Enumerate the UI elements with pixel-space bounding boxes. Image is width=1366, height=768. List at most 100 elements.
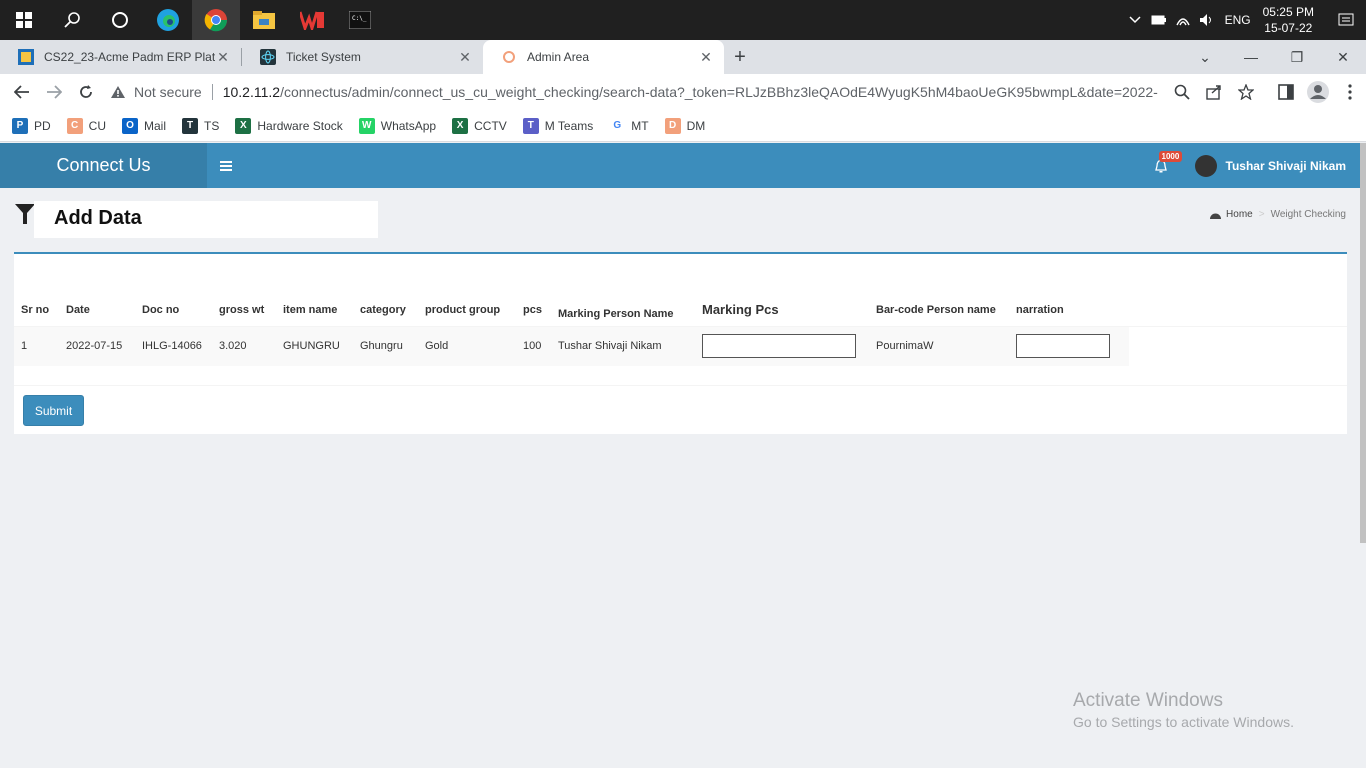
zoom-icon[interactable] — [1166, 84, 1198, 100]
warning-icon[interactable] — [110, 85, 126, 99]
admin-favicon-icon — [503, 51, 515, 63]
bookmark-label: MT — [631, 118, 649, 133]
clock-date: 15-07-22 — [1264, 21, 1313, 35]
bookmark-item[interactable]: O Mail — [122, 117, 166, 134]
bookmarks-bar: P PD C CU O Mail T TS X Hardware Stock W WhatsApp X C… — [0, 110, 1366, 142]
cell-doc-no: IHLG-14066 — [135, 325, 212, 366]
side-panel-icon[interactable] — [1270, 84, 1302, 100]
address-divider — [211, 84, 213, 100]
profile-avatar-icon[interactable] — [1302, 81, 1334, 103]
browser-menu-icon[interactable] — [1334, 84, 1366, 100]
restore-button[interactable]: ❐ — [1274, 49, 1320, 66]
minimize-button[interactable]: — — [1228, 49, 1274, 65]
edge-icon[interactable] — [144, 0, 192, 40]
notifications-button[interactable]: 1000 — [1141, 150, 1183, 173]
file-explorer-icon[interactable] — [240, 0, 288, 40]
bookmark-item[interactable]: W WhatsApp — [358, 117, 437, 134]
sidebar-toggle-icon[interactable] — [207, 143, 245, 188]
url-text[interactable]: 10.2.11.2/connectus/admin/connect_us_cu_… — [223, 84, 1158, 100]
notification-center-icon[interactable] — [1326, 13, 1366, 27]
tab-title: Ticket System — [286, 50, 361, 64]
cell-sr-no: 1 — [14, 325, 59, 366]
close-tab-icon[interactable]: ✕ — [215, 49, 231, 66]
activate-windows-watermark: Activate Windows Go to Settings to activ… — [1073, 690, 1294, 730]
page-scrollbar[interactable] — [1360, 143, 1366, 543]
security-label[interactable]: Not secure — [134, 84, 202, 100]
bookmark-item[interactable]: G MT — [609, 117, 649, 134]
th-doc-no: Doc no — [135, 294, 212, 327]
bookmark-item[interactable]: X Hardware Stock — [235, 117, 343, 134]
search-icon[interactable] — [48, 0, 96, 40]
bookmark-star-icon[interactable] — [1230, 84, 1262, 100]
bookmark-favicon-icon: G — [609, 117, 626, 134]
browser-tab-admin-area[interactable]: Admin Area ✕ — [483, 40, 724, 74]
bookmark-item[interactable]: T TS — [182, 117, 220, 134]
share-icon[interactable] — [1198, 84, 1230, 100]
bookmark-favicon-icon: X — [452, 117, 469, 134]
chevron-up-icon[interactable] — [1123, 16, 1147, 24]
bookmark-label: DM — [686, 118, 706, 133]
user-name[interactable]: Tushar Shivaji Nikam — [1226, 159, 1347, 173]
language-indicator[interactable]: ENG — [1225, 13, 1251, 27]
notification-badge: 1000 — [1158, 150, 1183, 162]
bookmark-label: TS — [204, 118, 220, 133]
windows-start-icon[interactable] — [0, 0, 48, 40]
browser-tab-erp[interactable]: CS22_23-Acme Padm ERP Platfor ✕ — [0, 40, 241, 74]
new-tab-button[interactable]: + — [724, 40, 756, 74]
marking-pcs-input[interactable] — [702, 334, 856, 359]
th-marking-person-name: Marking Person Name — [551, 294, 695, 327]
user-avatar[interactable] — [1194, 154, 1217, 177]
tab-search-icon[interactable]: ⌄ — [1182, 49, 1228, 66]
watermark-title: Activate Windows — [1073, 690, 1223, 711]
battery-icon[interactable] — [1147, 15, 1171, 25]
system-tray: ENG 05:25 PM 15-07-22 — [1123, 0, 1366, 40]
bookmark-favicon-icon: C — [66, 117, 83, 134]
volume-icon[interactable] — [1195, 13, 1219, 27]
address-bar[interactable]: Not secure 10.2.11.2/connectus/admin/con… — [110, 77, 1158, 107]
reload-icon[interactable] — [70, 84, 102, 100]
terminal-icon[interactable]: C:\_ — [336, 0, 384, 40]
submit-button[interactable]: Submit — [23, 395, 84, 426]
wifi-icon[interactable] — [1171, 13, 1195, 27]
clock[interactable]: 05:25 PM 15-07-22 — [1263, 4, 1314, 36]
bookmark-item[interactable]: D DM — [664, 117, 706, 134]
breadcrumb-current: Weight Checking — [1270, 209, 1346, 220]
th-empty — [1129, 294, 1347, 327]
box-footer-divider — [14, 385, 1347, 386]
cell-gross-wt: 3.020 — [212, 325, 276, 366]
close-tab-icon[interactable]: ✕ — [457, 49, 473, 66]
watermark-subtitle: Go to Settings to activate Windows. — [1073, 714, 1294, 730]
bookmark-item[interactable]: P PD — [12, 117, 51, 134]
th-gross-wt: gross wt — [212, 294, 276, 327]
task-view-icon[interactable] — [96, 0, 144, 40]
bookmark-label: WhatsApp — [380, 118, 437, 133]
bookmark-item[interactable]: C CU — [66, 117, 106, 134]
breadcrumb-home[interactable]: Home — [1226, 209, 1253, 220]
bookmark-favicon-icon: P — [12, 117, 28, 134]
window-controls: ⌄ — ❐ ✕ — [1182, 40, 1366, 74]
back-icon[interactable] — [6, 85, 38, 99]
svg-text:C:\_: C:\_ — [352, 15, 367, 22]
narration-input[interactable] — [1016, 334, 1110, 359]
close-tab-icon[interactable]: ✕ — [698, 49, 714, 66]
th-marking-pcs: Marking Pcs — [695, 294, 869, 327]
browser-tab-ticket-system[interactable]: Ticket System ✕ — [242, 40, 483, 74]
browser-toolbar: Not secure 10.2.11.2/connectus/admin/con… — [0, 74, 1366, 110]
bookmark-item[interactable]: X CCTV — [452, 117, 507, 134]
breadcrumb-separator: > — [1258, 209, 1265, 220]
cell-item-name: GHUNGRU — [276, 325, 353, 366]
url-path: /connectus/admin/connect_us_cu_weight_ch… — [280, 84, 1158, 100]
wps-office-icon[interactable] — [288, 0, 336, 40]
react-favicon-icon — [260, 49, 276, 65]
cell-marking-pcs — [695, 325, 869, 366]
th-item-name: item name — [276, 294, 353, 327]
forward-icon[interactable] — [38, 85, 70, 99]
toolbar-actions — [1166, 81, 1366, 103]
close-window-button[interactable]: ✕ — [1320, 49, 1366, 66]
browser-tab-strip: CS22_23-Acme Padm ERP Platfor ✕ Ticket S… — [0, 40, 1366, 74]
bookmark-item[interactable]: T M Teams — [522, 117, 593, 134]
th-product-group: product group — [418, 294, 516, 327]
app-logo[interactable]: Connect Us — [0, 143, 207, 188]
chrome-icon[interactable] — [192, 0, 240, 40]
bookmark-label: CCTV — [474, 118, 507, 133]
